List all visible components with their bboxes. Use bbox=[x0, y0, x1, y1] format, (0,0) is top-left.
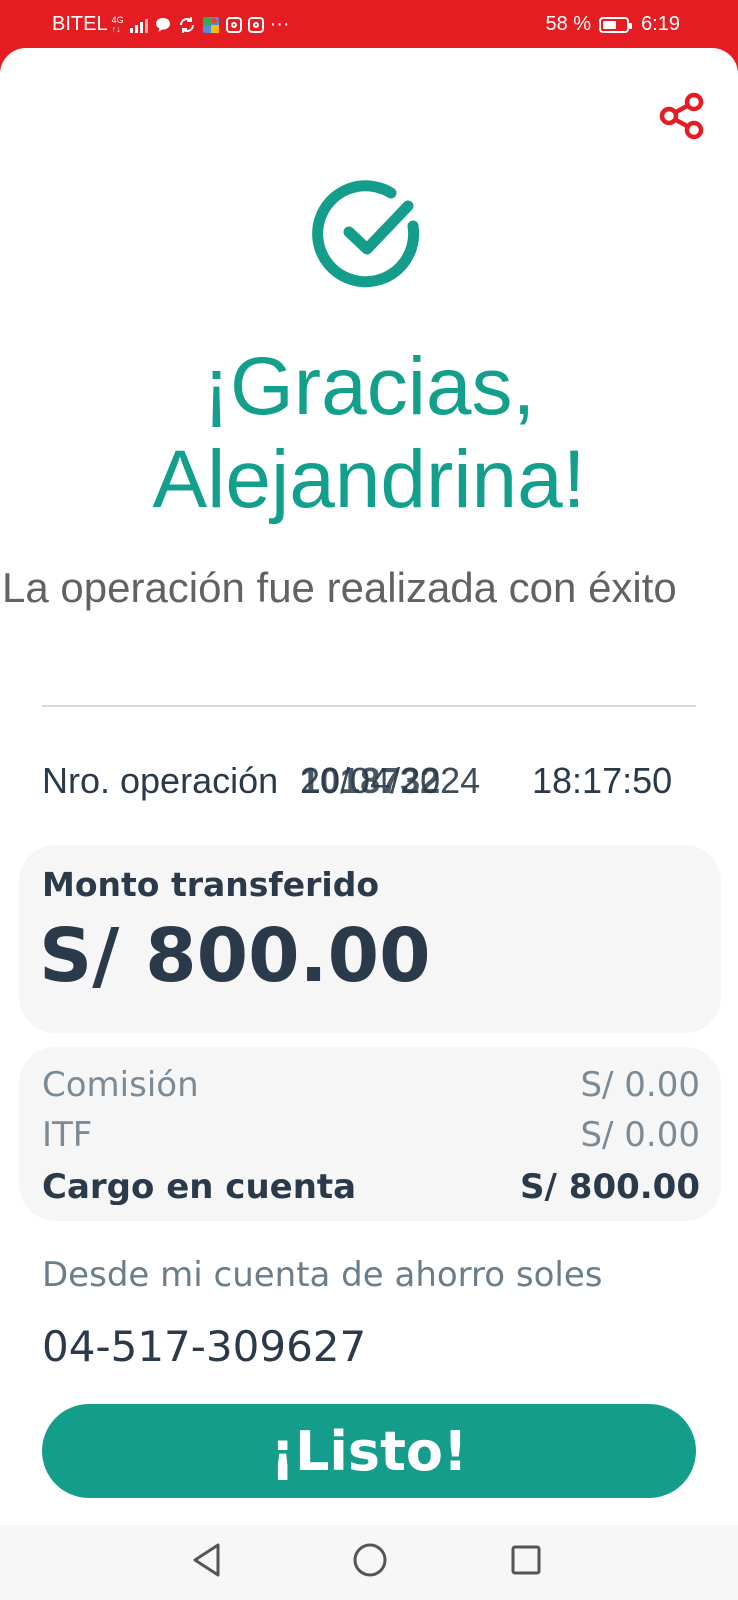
done-button[interactable]: ¡Listo! bbox=[42, 1404, 696, 1498]
status-left: BITEL 4G ↑↓ ··· bbox=[52, 13, 290, 36]
itf-row: ITF S/ 0.00 bbox=[42, 1115, 700, 1153]
operation-row: Nro. operación 1018732 20/04/2024 18:17:… bbox=[42, 754, 702, 804]
battery-icon bbox=[599, 16, 633, 33]
instagram-icon-2 bbox=[247, 16, 264, 33]
source-account-number: 04-517-309627 bbox=[42, 1322, 367, 1371]
instagram-icon bbox=[225, 16, 242, 33]
network-activity-label: ↑↓ bbox=[111, 23, 121, 34]
back-icon[interactable] bbox=[178, 1535, 238, 1585]
success-subtitle: La operación fue realizada con éxito bbox=[2, 564, 677, 611]
operation-time: 18:17:50 bbox=[532, 760, 673, 801]
itf-label: ITF bbox=[42, 1115, 93, 1153]
thank-you-title: ¡Gracias, Alejandrina! bbox=[40, 340, 698, 526]
account-charge-row: Cargo en cuenta S/ 800.00 bbox=[42, 1167, 700, 1205]
operation-label: Nro. operación bbox=[42, 760, 279, 801]
amount-card: Monto transferido S/ 800.00 bbox=[19, 845, 721, 1033]
carrier-name: BITEL bbox=[52, 13, 108, 35]
signal-icon bbox=[129, 17, 148, 33]
source-account-label: Desde mi cuenta de ahorro soles bbox=[42, 1255, 603, 1295]
battery-level bbox=[603, 20, 616, 29]
network-type-icon: 4G ↑↓ bbox=[111, 15, 124, 34]
operation-date: 20/04/2024 bbox=[300, 760, 481, 801]
system-nav-bar bbox=[0, 1525, 738, 1600]
commission-label: Comisión bbox=[42, 1065, 199, 1103]
divider bbox=[42, 705, 696, 707]
sync-icon bbox=[179, 16, 194, 33]
commission-row: Comisión S/ 0.00 bbox=[42, 1065, 700, 1103]
battery-percent: 58 % bbox=[545, 13, 592, 35]
clock: 6:19 bbox=[641, 13, 680, 35]
share-icon[interactable] bbox=[656, 90, 708, 142]
itf-value: S/ 0.00 bbox=[580, 1115, 700, 1153]
maps-icon bbox=[202, 16, 219, 33]
status-bar: BITEL 4G ↑↓ ··· 58 % 6:19 bbox=[0, 0, 738, 50]
amount-value: S/ 800.00 bbox=[39, 913, 431, 999]
account-charge-value: S/ 800.00 bbox=[520, 1167, 700, 1205]
home-icon[interactable] bbox=[340, 1535, 400, 1585]
recents-icon[interactable] bbox=[496, 1535, 556, 1585]
commission-value: S/ 0.00 bbox=[580, 1065, 700, 1103]
check-circle-icon bbox=[312, 180, 420, 288]
status-right: 58 % 6:19 bbox=[545, 13, 680, 36]
chat-bubble-icon bbox=[155, 17, 170, 32]
more-notifications-icon: ··· bbox=[269, 13, 290, 35]
title-line-2: Alejandrina! bbox=[152, 434, 586, 525]
account-charge-label: Cargo en cuenta bbox=[42, 1167, 357, 1205]
amount-label: Monto transferido bbox=[42, 865, 380, 904]
title-line-1: ¡Gracias, bbox=[202, 341, 536, 432]
charges-card: Comisión S/ 0.00 ITF S/ 0.00 Cargo en cu… bbox=[19, 1047, 721, 1221]
